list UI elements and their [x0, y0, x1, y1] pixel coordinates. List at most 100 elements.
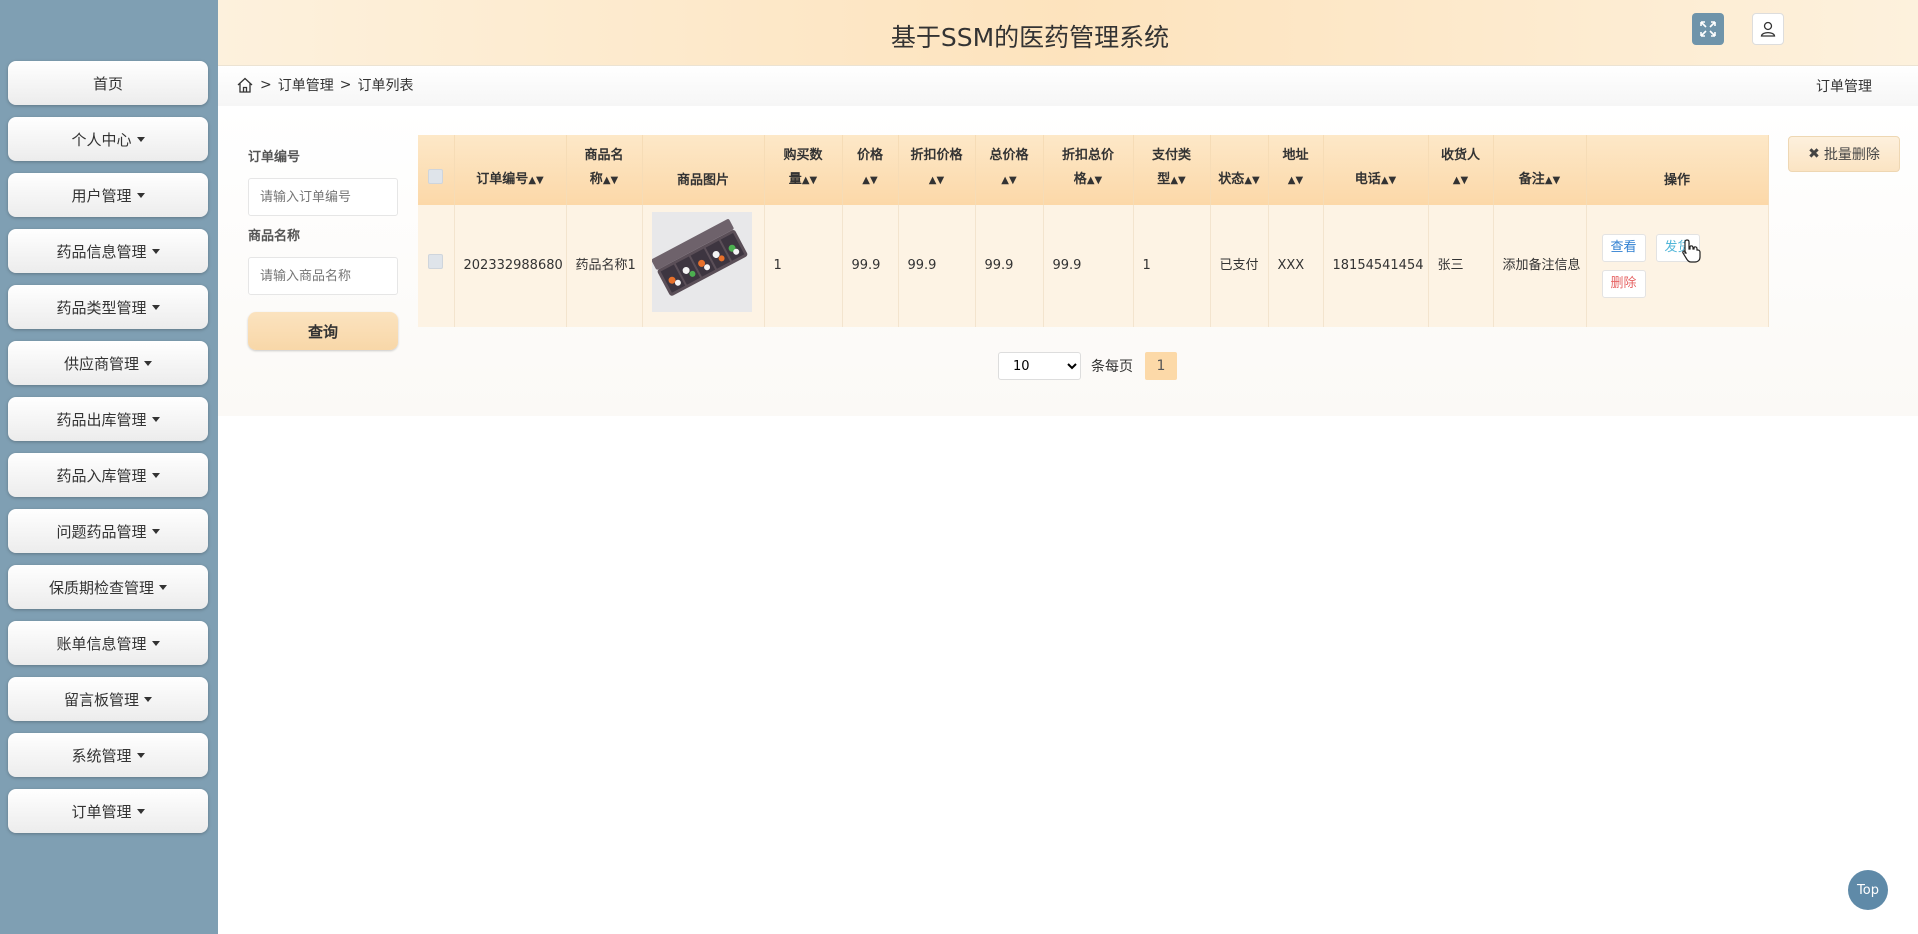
- page-title: 基于SSM的医药管理系统: [890, 23, 1170, 52]
- column-header-total-price[interactable]: 总价格 ▲▼: [975, 135, 1044, 205]
- cell-address: XXX: [1268, 205, 1324, 327]
- column-header-order-no[interactable]: 订单编号▲▼: [454, 135, 567, 205]
- row-select-cell: [418, 205, 455, 327]
- breadcrumb: > 订单管理 > 订单列表: [236, 75, 413, 95]
- caret-down-icon: [151, 528, 160, 534]
- caret-down-icon: [151, 248, 160, 254]
- expand-icon: [1700, 21, 1716, 37]
- select-all-checkbox[interactable]: [428, 169, 444, 184]
- breadcrumb-separator: >: [260, 77, 272, 93]
- sidebar-item-label: 个人中心: [71, 130, 132, 149]
- sidebar-item-orders[interactable]: 订单管理: [8, 789, 208, 833]
- cell-price: 99.9: [842, 205, 899, 327]
- sidebar-item-label: 药品出库管理: [56, 410, 147, 429]
- column-header-product-name[interactable]: 商品名 称▲▼: [566, 135, 643, 205]
- caret-down-icon: [144, 696, 152, 702]
- column-header-quantity[interactable]: 购买数 量▲▼: [764, 135, 843, 205]
- sort-icon: ▲▼: [1287, 175, 1304, 186]
- user-icon: [1760, 21, 1776, 37]
- column-header-phone[interactable]: 电话▲▼: [1323, 135, 1429, 205]
- caret-down-icon: [136, 192, 145, 198]
- home-icon[interactable]: [236, 76, 254, 94]
- fullscreen-button[interactable]: [1692, 13, 1724, 45]
- sidebar-item-problem-drug[interactable]: 问题药品管理: [8, 509, 208, 553]
- sidebar-item-label: 问题药品管理: [56, 522, 147, 541]
- product-name-label: 商品名称: [248, 229, 301, 244]
- breadcrumb-item-order-list: 订单列表: [357, 78, 414, 94]
- sidebar-item-label: 用户管理: [71, 186, 132, 205]
- caret-down-icon: [151, 640, 160, 646]
- product-name-input[interactable]: [248, 257, 398, 295]
- caret-down-icon: [136, 136, 145, 142]
- caret-down-icon: [136, 752, 145, 758]
- user-button[interactable]: [1752, 13, 1784, 45]
- sidebar-item-drug-type[interactable]: 药品类型管理: [8, 285, 208, 329]
- sidebar-item-personal-center[interactable]: 个人中心: [8, 117, 208, 161]
- sidebar-item-label: 账单信息管理: [56, 634, 147, 653]
- sort-icon: ▲▼: [801, 175, 818, 186]
- per-page-label: 条每页: [1091, 359, 1133, 375]
- breadcrumb-separator: >: [339, 77, 352, 93]
- sidebar-item-system[interactable]: 系统管理: [8, 733, 208, 777]
- sidebar-item-label: 订单管理: [71, 802, 132, 821]
- cell-product-image: [642, 205, 765, 327]
- caret-down-icon: [151, 416, 160, 422]
- column-header-status[interactable]: 状态▲▼: [1210, 135, 1269, 205]
- delete-button[interactable]: 删除: [1601, 270, 1646, 298]
- batch-delete-label: 批量删除: [1823, 147, 1880, 163]
- search-panel: 订单编号 商品名称 查询: [248, 140, 398, 350]
- column-header-remark[interactable]: 备注▲▼: [1493, 135, 1587, 205]
- hand-cursor-icon: [1682, 239, 1701, 263]
- caret-down-icon: [151, 304, 160, 310]
- page-size-select[interactable]: 10: [998, 352, 1081, 380]
- row-checkbox[interactable]: [428, 254, 444, 269]
- sort-icon: ▲▼: [1170, 175, 1186, 186]
- batch-delete-button[interactable]: ✖ 批量删除: [1788, 136, 1900, 172]
- column-header-discount-total[interactable]: 折扣总价 格▲▼: [1043, 135, 1134, 205]
- cell-receiver: 张三: [1428, 205, 1494, 327]
- breadcrumb-bar: > 订单管理 > 订单列表 订单管理: [218, 66, 1918, 106]
- sidebar-item-bill-info[interactable]: 账单信息管理: [8, 621, 208, 665]
- sort-icon: ▲▼: [1244, 175, 1260, 186]
- cell-pay-type: 1: [1133, 205, 1211, 327]
- close-icon: ✖: [1808, 146, 1820, 162]
- column-header-receiver[interactable]: 收货人 ▲▼: [1428, 135, 1494, 205]
- sort-icon: ▲▼: [1086, 175, 1103, 186]
- sidebar-item-supplier[interactable]: 供应商管理: [8, 341, 208, 385]
- sidebar-item-label: 药品入库管理: [56, 466, 147, 485]
- sidebar-item-label: 留言板管理: [63, 690, 139, 709]
- column-header-address[interactable]: 地址 ▲▼: [1268, 135, 1324, 205]
- sidebar-item-label: 药品类型管理: [56, 298, 147, 317]
- sidebar-item-label: 药品信息管理: [56, 242, 147, 261]
- column-header-discount-price[interactable]: 折扣价格 ▲▼: [898, 135, 976, 205]
- table-row: 202332988680 药品名称1 1 99.9 99.9 99.9 99.9…: [418, 205, 1769, 327]
- cell-product-name: 药品名称1: [566, 205, 643, 327]
- back-to-top-button[interactable]: Top: [1848, 870, 1888, 910]
- column-header-price[interactable]: 价格 ▲▼: [842, 135, 899, 205]
- sidebar-item-drug-outbound[interactable]: 药品出库管理: [8, 397, 208, 441]
- caret-down-icon: [136, 808, 145, 814]
- sidebar-item-drug-inbound[interactable]: 药品入库管理: [8, 453, 208, 497]
- cell-order-no: 202332988680: [454, 205, 567, 327]
- sidebar-item-drug-info[interactable]: 药品信息管理: [8, 229, 208, 273]
- order-no-input[interactable]: [248, 178, 398, 216]
- breadcrumb-item-order-management[interactable]: 订单管理: [278, 75, 334, 95]
- caret-down-icon: [151, 472, 160, 478]
- sidebar-item-label: 供应商管理: [63, 354, 139, 373]
- cell-discount-total: 99.9: [1043, 205, 1134, 327]
- sidebar-item-home[interactable]: 首页: [8, 61, 208, 105]
- sidebar-item-message-board[interactable]: 留言板管理: [8, 677, 208, 721]
- query-button[interactable]: 查询: [248, 312, 398, 350]
- cell-quantity: 1: [764, 205, 843, 327]
- caret-down-icon: [144, 360, 152, 366]
- product-image[interactable]: [651, 211, 752, 312]
- orders-table: 订单编号▲▼ 商品名 称▲▼ 商品图片 购买数 量▲▼ 价格 ▲▼ 折扣价格 ▲▼ 总价…: [418, 135, 1769, 327]
- sidebar-item-user-management[interactable]: 用户管理: [8, 173, 208, 217]
- view-button[interactable]: 查看: [1601, 234, 1646, 262]
- sidebar-item-label: 首页: [92, 74, 123, 93]
- sidebar-item-expiry-check[interactable]: 保质期检查管理: [8, 565, 208, 609]
- cell-total-price: 99.9: [975, 205, 1044, 327]
- column-header-pay-type[interactable]: 支付类 型▲▼: [1133, 135, 1211, 205]
- page-number-current[interactable]: 1: [1145, 352, 1177, 380]
- caret-down-icon: [159, 584, 167, 590]
